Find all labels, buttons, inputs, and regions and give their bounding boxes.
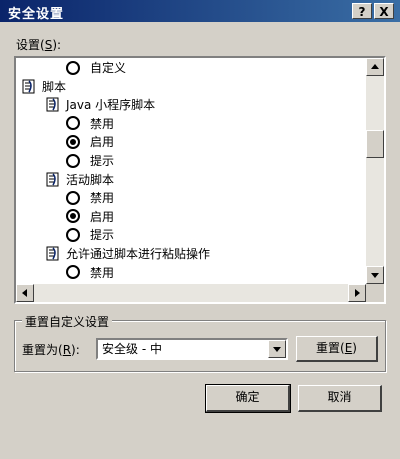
arrow-up-icon [371, 64, 379, 69]
scroll-corner [366, 284, 384, 302]
radio-unchecked-icon[interactable] [66, 227, 80, 242]
scroll-left-button[interactable] [16, 284, 34, 302]
reset-button[interactable]: 重置(E) [296, 336, 378, 362]
tree-item-label: 活动脚本 [66, 172, 115, 187]
settings-label: 设置(S): [16, 38, 62, 52]
tree-item-label: 提示 [90, 228, 115, 243]
tree-category: 允许通过脚本进行粘贴操作 [46, 245, 210, 263]
radio-option[interactable]: 禁用 [66, 115, 114, 133]
security-level-value: 安全级 - 中 [102, 342, 162, 356]
radio-unchecked-icon[interactable] [66, 60, 80, 75]
scroll-right-button[interactable] [348, 284, 366, 302]
tree-category: Java 小程序脚本 [46, 96, 155, 114]
cancel-button[interactable]: 取消 [298, 385, 382, 412]
arrow-down-icon [371, 273, 379, 278]
script-icon [46, 172, 59, 187]
radio-option[interactable]: 禁用 [66, 189, 114, 207]
radio-unchecked-icon[interactable] [66, 116, 80, 131]
script-icon [46, 246, 59, 261]
arrow-right-icon [355, 289, 360, 297]
radio-option[interactable]: 提示 [66, 226, 114, 244]
help-button[interactable]: ? [352, 3, 372, 19]
horizontal-scrollbar[interactable] [16, 284, 366, 302]
radio-unchecked-icon[interactable] [66, 265, 80, 280]
tree-item-label: 允许通过脚本进行粘贴操作 [66, 247, 211, 261]
radio-unchecked-icon[interactable] [66, 153, 80, 168]
close-button[interactable]: X [374, 3, 394, 19]
tree-item-label: Java 小程序脚本 [66, 98, 156, 113]
tree-category: 脚本 [22, 78, 66, 96]
reset-group-title: 重置自定义设置 [22, 313, 113, 330]
tree-item-label: 提示 [90, 154, 115, 168]
security-level-select[interactable]: 安全级 - 中 [96, 338, 288, 360]
radio-option[interactable]: 提示 [66, 152, 114, 170]
chevron-down-icon [273, 347, 281, 352]
dropdown-button[interactable] [268, 340, 286, 358]
script-icon [46, 97, 59, 112]
title-bar: 安全设置 ? X [0, 0, 400, 22]
radio-option[interactable]: 启用 [66, 133, 114, 151]
arrow-left-icon [22, 289, 27, 297]
tree-item-label: 启用 [90, 209, 115, 224]
scroll-up-button[interactable] [366, 58, 384, 76]
scroll-down-button[interactable] [366, 266, 384, 284]
radio-checked-icon[interactable] [66, 134, 80, 149]
radio-option[interactable]: 自定义 [66, 59, 126, 77]
reset-to-label: 重置为(R): [22, 343, 80, 357]
radio-unchecked-icon[interactable] [66, 190, 80, 205]
scroll-thumb[interactable] [366, 130, 384, 158]
radio-option[interactable]: 禁用 [66, 264, 114, 282]
radio-checked-icon[interactable] [66, 209, 80, 224]
tree-item-label: 禁用 [90, 116, 115, 131]
script-icon [22, 79, 35, 94]
tree-content: 自定义 脚本 Java 小程序脚本 禁用 启用 提示 活动脚本 禁用 启用 提示 允许通过脚本进行粘… [16, 58, 366, 286]
vertical-scrollbar[interactable] [366, 58, 384, 284]
ok-button[interactable]: 确定 [205, 384, 291, 413]
tree-item-label: 启用 [90, 135, 115, 150]
radio-option[interactable]: 启用 [66, 208, 114, 226]
tree-item-label: 脚本 [42, 79, 67, 94]
tree-item-label: 禁用 [90, 265, 115, 280]
tree-category: 活动脚本 [46, 171, 114, 189]
tree-item-label: 禁用 [90, 191, 115, 206]
window-title: 安全设置 [8, 7, 65, 22]
tree-item-label: 自定义 [90, 61, 127, 75]
settings-tree[interactable]: 自定义 脚本 Java 小程序脚本 禁用 启用 提示 活动脚本 禁用 启用 提示 允许通过脚本进行粘… [14, 56, 386, 304]
